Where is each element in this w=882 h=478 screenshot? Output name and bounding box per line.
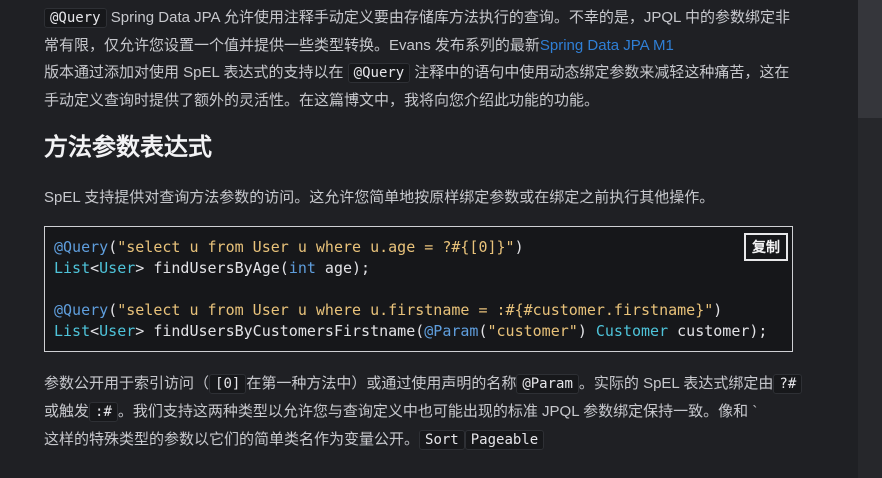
inline-code: Sort (419, 430, 465, 450)
inline-code: @Param (516, 374, 579, 394)
inline-code: @Query (347, 63, 411, 83)
parameter-paragraph: 参数公开用于索引访问（ [0] 在第一种方法中）或通过使用声明的名称 @Param 。实… (44, 370, 804, 454)
scrollbar-thumb[interactable] (858, 0, 882, 118)
spring-data-jpa-m1-link[interactable]: Spring Data JPA M1 (540, 37, 674, 54)
code-block: 复制 @Query("select u from User u where u.… (44, 226, 793, 352)
inline-code: @Query (44, 8, 107, 28)
code-content: @Query("select u from User u where u.age… (54, 238, 768, 340)
inline-code: [0] (209, 374, 247, 394)
section-heading: 方法参数表达式 (44, 134, 212, 161)
spel-paragraph: SpEL 支持提供对查询方法参数的访问。这允许您简单地按原样绑定参数或在绑定之前… (44, 189, 715, 206)
inline-code: :# (89, 402, 118, 422)
inline-code: ?# (773, 374, 803, 394)
inline-code: Pageable (464, 430, 545, 450)
intro-paragraph: @Query Spring Data JPA 允许使用注释手动定义要由存储库方法… (44, 8, 790, 109)
copy-button[interactable]: 复制 (744, 233, 788, 261)
